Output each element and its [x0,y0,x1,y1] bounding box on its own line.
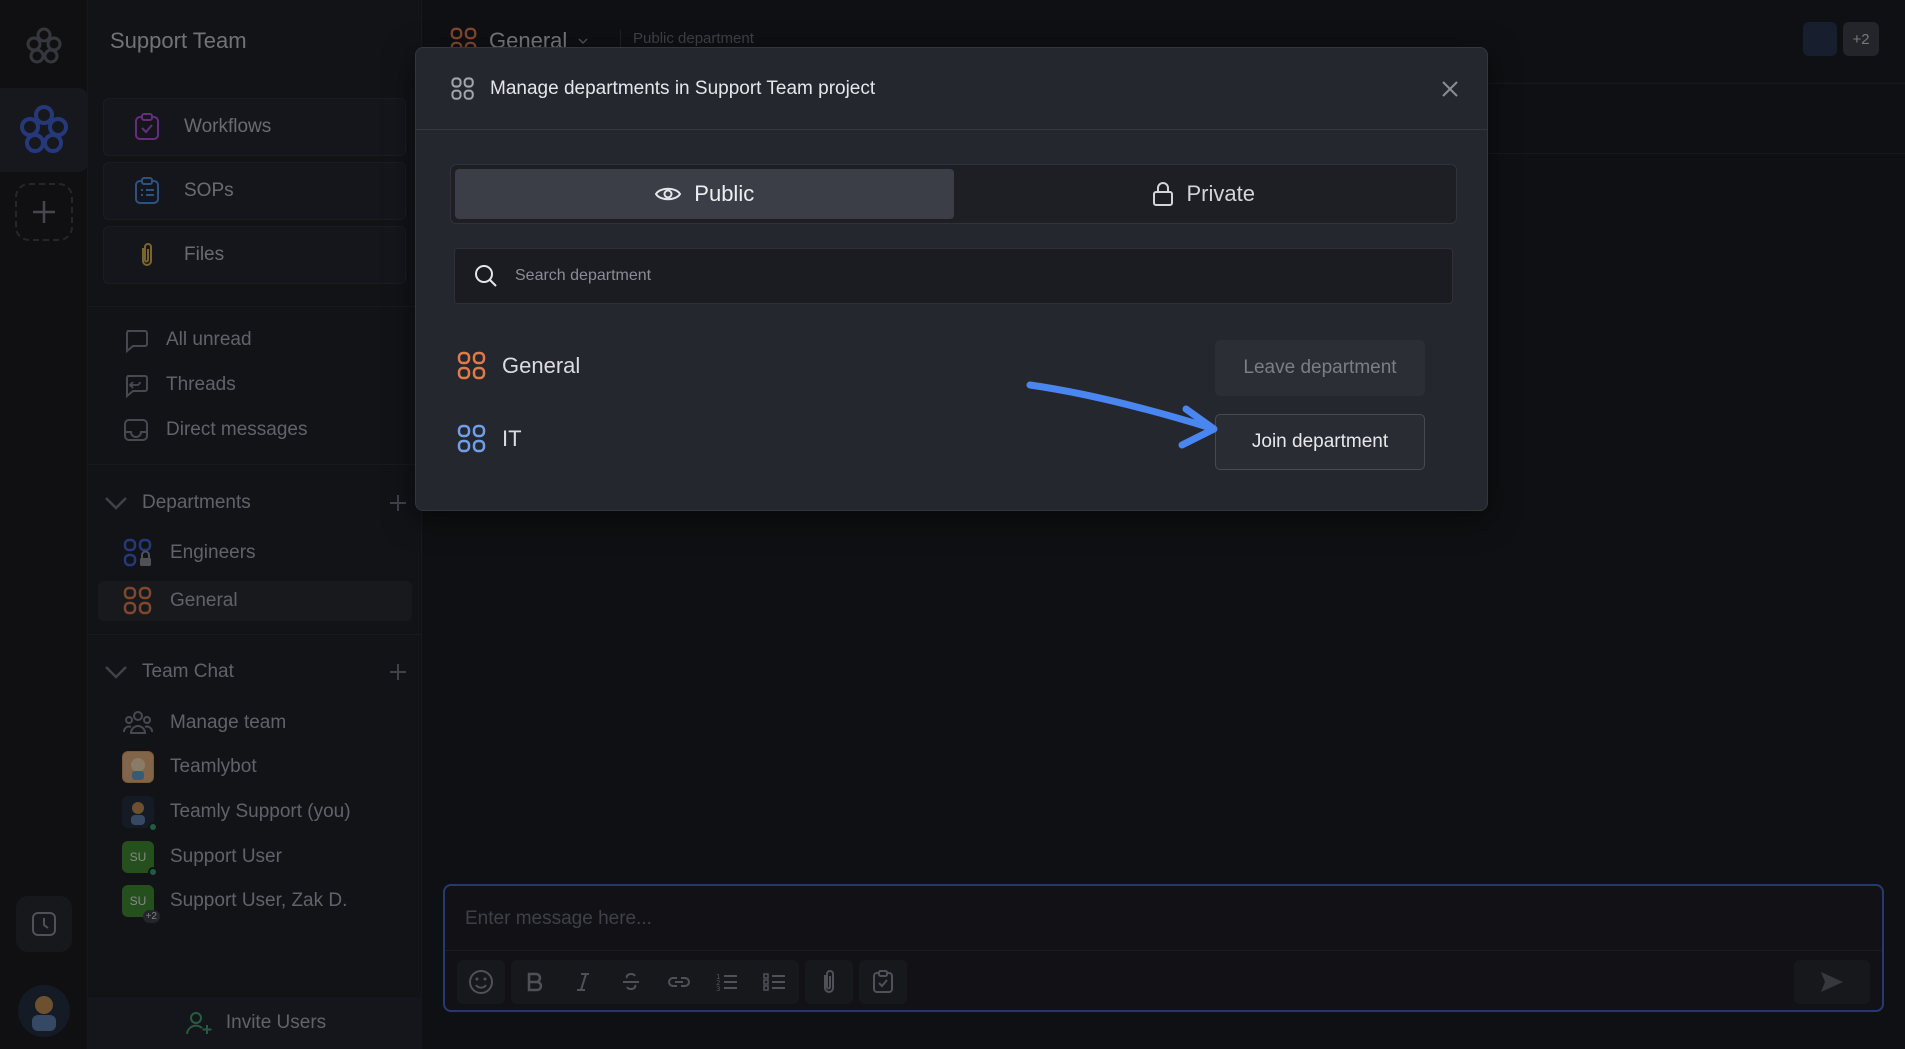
close-icon [1442,81,1458,97]
annotation-arrow-icon [1026,381,1218,449]
department-row-it: IT [456,423,522,455]
tab-public[interactable]: Public [455,169,954,219]
tab-private[interactable]: Private [954,169,1453,219]
close-button[interactable] [1439,78,1461,100]
lock-icon [1152,182,1173,206]
tab-label: Private [1186,181,1255,206]
search-icon [475,265,497,287]
department-icon [451,76,474,100]
modal-header: Manage departments in Support Team proje… [416,48,1487,130]
department-icon [457,351,486,380]
tab-label: Public [694,181,755,206]
department-name: General [502,353,581,378]
search-input[interactable] [515,267,1415,285]
department-search [454,248,1453,304]
department-row-general: General [456,350,580,382]
visibility-toggle: Public Private [450,164,1457,224]
eye-icon [655,187,682,201]
department-icon [457,424,486,453]
manage-departments-modal: Manage departments in Support Team proje… [415,47,1488,511]
join-department-button[interactable]: Join department [1215,414,1425,470]
department-name: IT [502,426,522,451]
leave-department-button[interactable]: Leave department [1215,340,1425,396]
modal-title: Manage departments in Support Team proje… [490,77,876,99]
